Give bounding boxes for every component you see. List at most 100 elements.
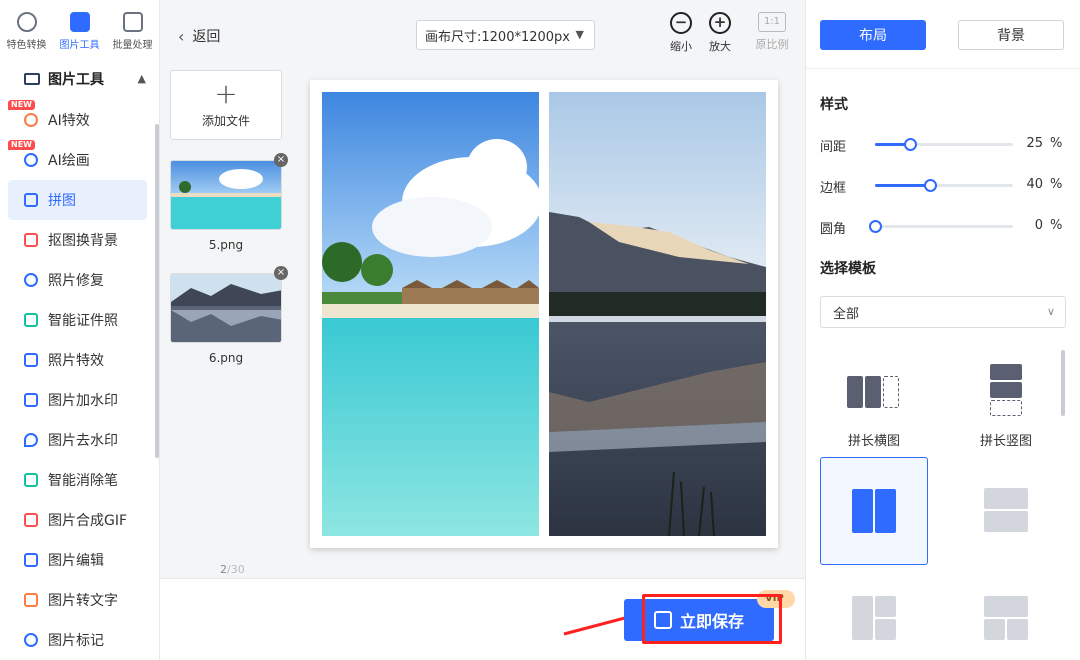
- template-block: [990, 364, 1022, 380]
- tab-background[interactable]: 背景: [958, 20, 1064, 50]
- drop-icon: [24, 433, 38, 447]
- canvas-size-select[interactable]: 画布尺寸:1200*1200px ▼: [416, 20, 595, 50]
- new-badge: NEW: [8, 140, 35, 150]
- template-two-column[interactable]: [820, 457, 928, 565]
- tab-layout[interactable]: 布局: [820, 20, 926, 50]
- slider-label: 间距: [820, 140, 847, 155]
- sidebar-item-add-watermark[interactable]: 图片加水印: [0, 380, 155, 420]
- tab-image-tools[interactable]: 图片工具: [53, 0, 106, 56]
- template-block: [984, 488, 1028, 509]
- plus-icon: +: [214, 76, 238, 110]
- sidebar-item-image-mark[interactable]: 图片标记: [0, 620, 155, 660]
- ratio-icon: 1:1: [758, 12, 786, 32]
- sidebar-item-collage[interactable]: 拼图: [8, 180, 147, 220]
- tab-batch[interactable]: 批量处理: [106, 0, 159, 56]
- template-scrollbar[interactable]: [1061, 350, 1065, 416]
- zoom-in-label: 放大: [709, 40, 731, 53]
- template-block: [875, 489, 896, 533]
- slider-track[interactable]: [869, 220, 1013, 233]
- sidebar-item-photo-effects[interactable]: 照片特效: [0, 340, 155, 380]
- sidebar-item-id-photo[interactable]: 智能证件照: [0, 300, 155, 340]
- batch-icon: [122, 12, 143, 32]
- sidebar-nav: NEW AI特效 NEW AI绘画 拼图 抠图换背景 照片修复 智能证件照 照片…: [0, 100, 155, 660]
- zoom-out-label: 缩小: [670, 40, 692, 53]
- sidebar-item-label: 图片编辑: [48, 553, 104, 569]
- divider: [806, 68, 1080, 69]
- template-block: [865, 376, 881, 408]
- file-count: 2/30: [220, 563, 245, 576]
- spacing-slider[interactable]: 间距 25 %: [820, 132, 1065, 156]
- sidebar-item-label: 图片标记: [48, 633, 104, 649]
- template-filter-value: 全部: [833, 306, 860, 322]
- section-header[interactable]: 图片工具 ▲: [0, 62, 160, 96]
- slider-handle[interactable]: [869, 220, 882, 233]
- edit-icon: [24, 553, 38, 567]
- sparkle-icon: [24, 113, 38, 127]
- slider-handle[interactable]: [904, 138, 917, 151]
- sidebar-item-remove-watermark[interactable]: 图片去水印: [0, 420, 155, 460]
- sidebar-item-gif[interactable]: 图片合成GIF: [0, 500, 155, 540]
- template-three-split[interactable]: [820, 580, 928, 660]
- slider-track[interactable]: [875, 179, 1013, 192]
- template-three-rows[interactable]: [952, 580, 1060, 660]
- template-title: 选择模板: [820, 261, 876, 277]
- template-block: [852, 489, 873, 533]
- sidebar-item-ocr[interactable]: 图片转文字: [0, 580, 155, 620]
- remove-file-icon[interactable]: ×: [274, 153, 288, 167]
- collage-icon: [24, 193, 38, 207]
- template-filter-select[interactable]: 全部 ∨: [820, 296, 1066, 328]
- corner-radius-slider[interactable]: 圆角 0 %: [820, 214, 1065, 238]
- chevron-up-icon: ▲: [137, 72, 146, 85]
- repair-icon: [24, 273, 38, 287]
- template-block: [984, 596, 1028, 617]
- back-button[interactable]: ‹ 返回: [178, 26, 220, 46]
- sidebar-item-ai-effects[interactable]: NEW AI特效: [0, 100, 155, 140]
- file-thumbnail[interactable]: [170, 160, 282, 230]
- sidebar-item-image-edit[interactable]: 图片编辑: [0, 540, 155, 580]
- tab-special-convert[interactable]: 特色转换: [0, 0, 53, 56]
- template-block: [875, 596, 896, 617]
- template-two-row[interactable]: [952, 457, 1060, 565]
- image-tools-icon: [24, 73, 40, 85]
- watermark-icon: [24, 393, 38, 407]
- slider-handle[interactable]: [924, 179, 937, 192]
- style-title: 样式: [820, 97, 848, 113]
- border-slider[interactable]: 边框 40 %: [820, 173, 1065, 197]
- zoom-in-icon: +: [709, 12, 731, 34]
- template-block: [984, 619, 1005, 640]
- slider-track[interactable]: [875, 138, 1013, 151]
- back-label: 返回: [192, 29, 221, 45]
- new-badge: NEW: [8, 100, 35, 110]
- sidebar-item-photo-repair[interactable]: 照片修复: [0, 260, 155, 300]
- collage-cell-beach[interactable]: [322, 92, 539, 536]
- sidebar-item-label: 图片加水印: [48, 393, 118, 409]
- sidebar-item-smart-eraser[interactable]: 智能消除笔: [0, 460, 155, 500]
- add-file-label: 添加文件: [201, 113, 250, 128]
- sidebar-item-cutout[interactable]: 抠图换背景: [0, 220, 155, 260]
- file-thumbnail[interactable]: [170, 273, 282, 343]
- image-tool-icon: [69, 12, 90, 32]
- collage-cell-lake[interactable]: [549, 92, 766, 536]
- collage-canvas[interactable]: [310, 80, 778, 548]
- chevron-down-icon: ∨: [1046, 305, 1055, 318]
- annotation-highlight-box: [642, 594, 782, 644]
- effects-icon: [24, 353, 38, 367]
- beach-photo: [322, 92, 539, 536]
- sidebar-item-ai-paint[interactable]: NEW AI绘画: [0, 140, 155, 180]
- app-window: 特色转换 图片工具 批量处理 图片工具 ▲ NEW AI特效 NEW AI绘画 …: [0, 0, 1080, 660]
- file-list: + 添加文件 × 5.png × 6.png: [170, 70, 288, 365]
- remove-file-icon[interactable]: ×: [274, 266, 288, 280]
- add-file-button[interactable]: + 添加文件: [170, 70, 282, 140]
- sidebar-scrollbar[interactable]: [155, 124, 159, 458]
- original-ratio-button[interactable]: 1:1 原比例: [754, 12, 790, 52]
- canvas-size-value: 画布尺寸:1200*1200px: [425, 29, 570, 45]
- lake-photo: [549, 92, 766, 536]
- slider-label: 圆角: [820, 222, 847, 237]
- zoom-in-button[interactable]: + 放大: [702, 12, 738, 54]
- file-count-total: /30: [227, 563, 245, 576]
- zoom-out-button[interactable]: − 缩小: [663, 12, 699, 54]
- sidebar-item-label: 图片合成GIF: [48, 513, 128, 529]
- chevron-down-icon: ▼: [575, 28, 584, 41]
- mark-icon: [24, 633, 38, 647]
- template-block: [875, 619, 896, 640]
